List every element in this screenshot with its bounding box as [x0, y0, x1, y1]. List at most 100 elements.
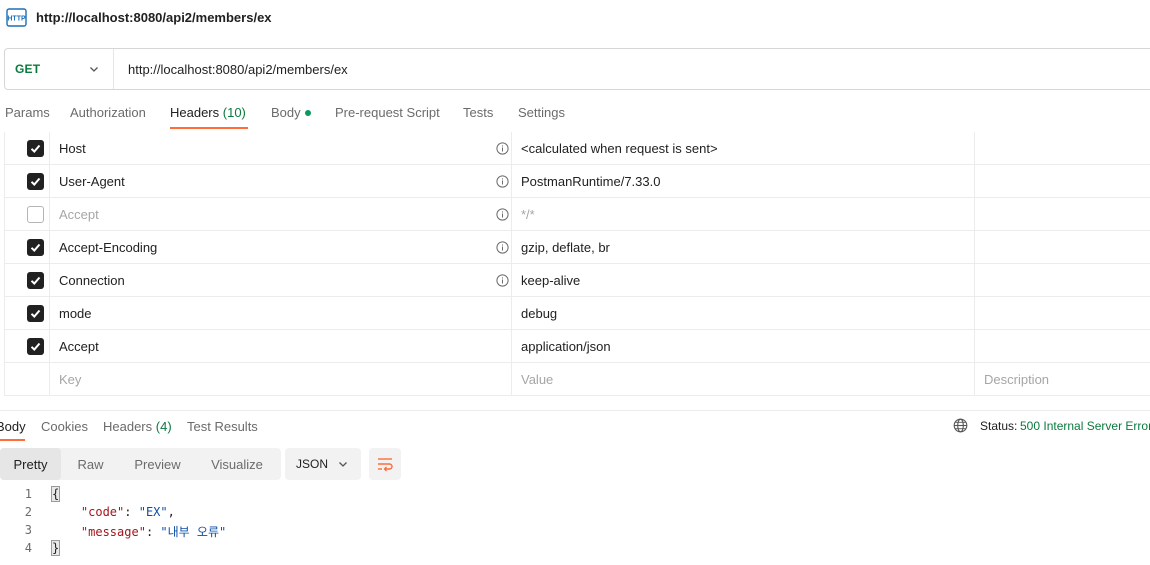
open-brace: {	[50, 486, 61, 502]
url-input[interactable]: http://localhost:8080/api2/members/ex	[128, 62, 348, 77]
code-line: 3 "message": "내부 오류"	[0, 522, 1150, 540]
tab-settings[interactable]: Settings	[518, 105, 565, 120]
info-icon[interactable]	[496, 175, 509, 188]
tab-test-results[interactable]: Test Results	[187, 419, 258, 434]
header-enabled-checkbox[interactable]	[27, 272, 44, 289]
key-input[interactable]: Key	[50, 363, 512, 395]
tab-tests[interactable]: Tests	[463, 105, 493, 120]
header-description-cell[interactable]	[975, 198, 1150, 230]
tab-body[interactable]: Body	[271, 105, 311, 120]
header-description-cell[interactable]	[975, 132, 1150, 164]
header-value-cell[interactable]: gzip, deflate, br	[512, 231, 975, 263]
table-row: Host <calculated when request is sent>	[4, 132, 1150, 165]
header-key-cell[interactable]: mode	[50, 297, 512, 329]
header-description-cell[interactable]	[975, 330, 1150, 362]
description-input[interactable]: Description	[975, 363, 1150, 395]
http-icon: HTTP	[6, 8, 27, 27]
header-value-cell[interactable]: application/json	[512, 330, 975, 362]
new-header-row: Key Value Description	[4, 363, 1150, 396]
response-body-editor[interactable]: 1 { 2 "code": "EX", 3 "message": "내부 오류"…	[0, 486, 1150, 562]
wrap-lines-button[interactable]	[369, 448, 401, 480]
header-key: User-Agent	[59, 174, 125, 189]
code-text: }	[50, 540, 61, 556]
tab-label: Settings	[518, 105, 565, 120]
header-value-cell[interactable]: debug	[512, 297, 975, 329]
json-comma: ,	[167, 505, 175, 519]
header-value-cell[interactable]: */*	[512, 198, 975, 230]
checkbox-cell	[5, 297, 50, 329]
status-code[interactable]: 500 Internal Server Error	[1020, 419, 1150, 433]
chevron-down-icon[interactable]	[88, 63, 100, 75]
header-enabled-checkbox[interactable]	[27, 305, 44, 322]
tab-response-headers[interactable]: Headers (4)	[103, 419, 172, 434]
response-status: Status: 500 Internal Server Error	[953, 417, 1150, 437]
body-modified-dot	[304, 109, 311, 116]
header-value-cell[interactable]: PostmanRuntime/7.33.0	[512, 165, 975, 197]
title-bar: HTTP http://localhost:8080/api2/members/…	[0, 0, 1150, 36]
close-brace: }	[50, 540, 61, 556]
header-key-cell[interactable]: Accept	[50, 330, 512, 362]
checkbox-cell	[5, 198, 50, 230]
globe-icon[interactable]	[953, 418, 968, 433]
value-input[interactable]: Value	[512, 363, 975, 395]
header-value-cell[interactable]: <calculated when request is sent>	[512, 132, 975, 164]
header-description-cell[interactable]	[975, 165, 1150, 197]
table-row: mode debug	[4, 297, 1150, 330]
tab-headers[interactable]: Headers (10)	[170, 105, 246, 120]
info-icon[interactable]	[496, 208, 509, 221]
tab-label: Params	[5, 105, 50, 120]
header-enabled-checkbox[interactable]	[27, 338, 44, 355]
url-divider	[113, 49, 114, 89]
json-key: "code"	[80, 505, 125, 519]
header-description-cell[interactable]	[975, 264, 1150, 296]
view-raw-button[interactable]: Raw	[62, 448, 119, 480]
wrap-lines-icon	[378, 458, 393, 472]
tab-label: Cookies	[41, 419, 88, 434]
request-title[interactable]: http://localhost:8080/api2/members/ex	[36, 10, 272, 25]
method-select[interactable]: GET	[15, 62, 40, 76]
header-key-cell[interactable]: Connection	[50, 264, 512, 296]
active-tab-indicator	[170, 127, 248, 129]
header-value: <calculated when request is sent>	[521, 141, 718, 156]
tab-label: Headers	[103, 419, 153, 434]
header-key: Accept	[59, 207, 99, 222]
header-key: Connection	[59, 273, 125, 288]
header-key-cell[interactable]: Accept-Encoding	[50, 231, 512, 263]
tab-authorization[interactable]: Authorization	[70, 105, 146, 120]
code-line: 4 }	[0, 540, 1150, 558]
info-icon[interactable]	[496, 274, 509, 287]
header-enabled-checkbox[interactable]	[27, 239, 44, 256]
view-visualize-button[interactable]: Visualize	[196, 448, 278, 480]
info-icon[interactable]	[496, 241, 509, 254]
view-preview-button[interactable]: Preview	[121, 448, 194, 480]
checkbox-cell	[5, 363, 50, 395]
tab-cookies[interactable]: Cookies	[41, 419, 88, 434]
tab-pre-request-script[interactable]: Pre-request Script	[335, 105, 440, 120]
checkbox-cell	[5, 264, 50, 296]
header-value: application/json	[521, 339, 611, 354]
header-enabled-checkbox[interactable]	[27, 140, 44, 157]
header-description-cell[interactable]	[975, 297, 1150, 329]
checkbox-cell	[5, 231, 50, 263]
tab-label: Headers	[170, 105, 220, 120]
svg-text:HTTP: HTTP	[7, 16, 26, 23]
table-row: Accept-Encoding gzip, deflate, br	[4, 231, 1150, 264]
header-key-cell[interactable]: User-Agent	[50, 165, 512, 197]
header-enabled-checkbox[interactable]	[27, 206, 44, 223]
tab-params[interactable]: Params	[5, 105, 50, 120]
view-pretty-button[interactable]: Pretty	[0, 448, 61, 480]
info-icon[interactable]	[496, 142, 509, 155]
header-enabled-checkbox[interactable]	[27, 173, 44, 190]
description-placeholder: Description	[984, 372, 1050, 387]
header-key-cell[interactable]: Host	[50, 132, 512, 164]
header-description-cell[interactable]	[975, 231, 1150, 263]
table-row: User-Agent PostmanRuntime/7.33.0	[4, 165, 1150, 198]
checkbox-cell	[5, 330, 50, 362]
header-value-cell[interactable]: keep-alive	[512, 264, 975, 296]
header-value: */*	[521, 207, 535, 222]
format-select[interactable]: JSON	[285, 448, 361, 480]
tab-response-body[interactable]: Body	[0, 419, 26, 434]
header-key-cell[interactable]: Accept	[50, 198, 512, 230]
json-value: "EX"	[138, 505, 168, 519]
format-label: JSON	[296, 457, 329, 471]
